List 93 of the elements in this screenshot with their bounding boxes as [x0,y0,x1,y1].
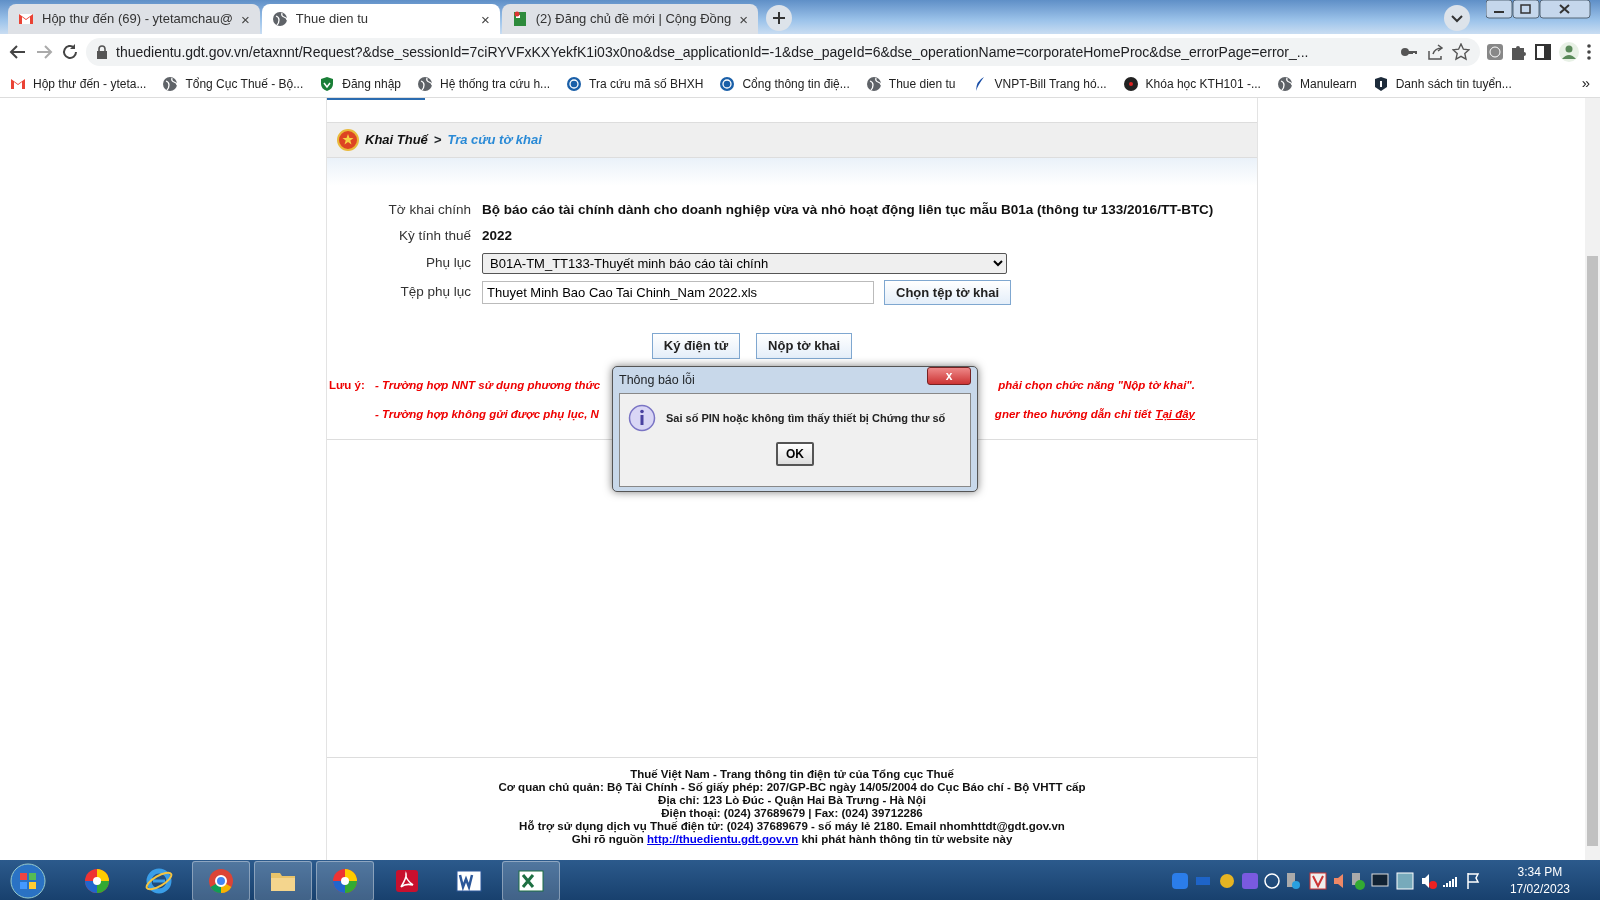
globe-icon [271,11,288,27]
taskbar-app[interactable] [254,861,312,900]
field-label: Tờ khai chính [387,201,472,219]
clock-date: 17/02/2023 [1509,881,1570,898]
pinwheel-icon [83,867,111,895]
lock-icon [96,45,108,59]
field-label: Tệp phụ lục [399,283,472,302]
document-w-icon [455,867,483,895]
globe-icon [162,75,179,92]
spreadsheet-icon [511,11,528,27]
footer-text: Địa chỉ: 123 Lò Đúc - Quận Hai Bà Trưng - Hà Nội [658,794,926,807]
avatar-icon[interactable] [1558,41,1580,63]
address-bar[interactable]: thuedientu.gdt.gov.vn/etaxnnt/Request?&dse_sessionId=7ciRYVFxKXYekfK1i03x0no&dse_applicationId=-1&dse_pageId=6&dse_operationName=corporateHomeProc&dse_errorPage=error_... [86,38,1480,66]
note-text: phải chọn chức năng "Nộp tờ khai". [998,377,1195,393]
footer-text: Cơ quan chủ quản: Bộ Tài Chính - Số giấy phép: 207/GP-BC ngày 14/05/2004 do Cục Báo chí - Bộ VHTT cấp [498,781,1086,794]
bookmark[interactable]: Đăng nhập [319,74,401,93]
note-text: - Trường hợp không gửi được phụ lục, N [375,406,599,423]
dialog-message: Sai số PIN hoặc không tìm thấy thiết bị Chứng thư số [666,410,946,427]
disc-icon [1122,75,1139,92]
field-label: Phụ lục [424,253,472,272]
taskbar-app[interactable] [502,861,560,900]
bookmark[interactable]: Tổng Cục Thuế - Bộ... [162,74,304,93]
key-icon[interactable] [1400,46,1418,58]
badge-icon [1372,75,1389,92]
star-icon[interactable] [1452,43,1470,61]
clock[interactable]: 3:34 PM 17/02/2023 [1509,864,1570,898]
puzzle-icon[interactable] [1510,43,1528,61]
pdf-icon [393,867,421,895]
ok-button[interactable]: OK [776,442,814,466]
clock-time: 3:34 PM [1517,864,1563,881]
extension-badge-icon[interactable] [1486,43,1504,61]
footer-text: Thuế Việt Nam - Trang thông tin điện tử của Tổng cục Thuế [630,768,954,781]
globe-icon [417,75,433,92]
start-button[interactable] [8,861,48,900]
note-text: gner theo hướng dẫn chi tiết [994,406,1152,422]
dropdown-field[interactable]: B01A-TM_TT133-Thuyết minh báo cáo tài chính [482,252,1007,274]
tab-title: Thue dien tu [295,10,370,29]
scrollbar[interactable] [1585,98,1600,860]
source-link[interactable]: http://thuedientu.gdt.gov.vn [647,833,799,845]
browser-tab[interactable]: Hộp thư đến (69) - ytetamchau@ × [8,4,260,34]
address-text: thuedientu.gdt.gov.vn/etaxnnt/Request?&dse_sessionId=7ciRYVFxKXYekfK1i03x0no&dse_applicationId=-1&dse_pageId=6&dse_operationName=corporateHomeProc&dse_errorPage=error_... [116,42,1309,62]
close-button[interactable]: x [927,367,971,385]
footer-text: Hỗ trợ sử dụng dịch vụ Thuế điện tử: (024) 37689679 - số máy lẻ 2180. Email nhomhttdt@gdt.gov.vn [519,820,1065,833]
browser-tab[interactable]: (2) Đăng chủ đề mới | Cộng Đồng × [501,4,758,34]
reload-icon[interactable] [60,42,80,62]
info-icon [628,404,656,432]
tab-title: Hộp thư đến (69) - ytetamchau@ [42,10,233,29]
action-button[interactable]: Nộp tờ khai [756,333,853,359]
bookmark[interactable]: Cổng thông tin điệ... [719,74,850,93]
bookmark[interactable]: Hệ thống tra cứu h... [417,74,551,93]
field-value: 2022 [482,227,513,246]
note-text: - Trường hợp NNT sử dụng phương thức [375,377,601,394]
file-path-field[interactable]: Thuyet Minh Bao Cao Tai Chinh_Nam 2022.xls [482,280,874,304]
bookmark[interactable]: Manulearn [1276,74,1357,93]
breadcrumb-current: Tra cứu tờ khai [447,131,542,150]
chrome-icon [207,867,235,895]
mail-icon [18,11,34,27]
action-button[interactable]: Ký điện tử [651,333,741,359]
breadcrumb-link[interactable]: Khai Thuế [365,130,428,150]
pinwheel-icon [331,867,359,895]
more-menu-icon[interactable] [1586,43,1592,61]
bookmark[interactable]: VNPT-Bill Trang hó... [971,74,1107,93]
plus-icon[interactable] [766,5,792,31]
emblem-icon [337,129,359,151]
note-label: Lưu ý: [328,377,366,393]
footer-text: Điện thoại: (024) 37689679 | Fax: (024) 39712286 [661,807,923,820]
breadcrumb-separator: > [433,131,442,150]
side-panel-icon[interactable] [1534,43,1552,61]
choose-file-button[interactable]: Chọn tệp tờ khai [884,279,1012,305]
bookmark[interactable]: Danh sách tin tuyển... [1372,74,1512,93]
field-label: Kỳ tính thuế [397,227,472,246]
seal-icon [719,75,736,92]
details-link[interactable]: Tại đây [1155,405,1195,423]
taskbar-app[interactable] [316,861,374,900]
spreadsheet-x-icon [517,867,545,895]
field-value: Bộ báo cáo tài chính dành cho doanh nghiệp vừa và nhỏ hoạt động liên tục mẫu B01a (thông tư 133/2016/TT-BTC) [482,201,1214,219]
browser-tab[interactable]: Thue dien tu × [261,4,500,34]
tab-title: (2) Đăng chủ đề mới | Cộng Đồng [535,10,732,29]
bookmark[interactable]: Hộp thư đến - yteta... [10,74,147,93]
taskbar-app[interactable] [192,861,250,900]
bookmark[interactable]: Khóa học KTH101 -... [1122,74,1261,93]
bookmark[interactable]: Tra cứu mã số BHXH [566,74,704,93]
globe-icon [1276,75,1293,92]
e-logo-icon [145,867,173,895]
chevrons-icon[interactable]: » [1581,72,1590,95]
globe-icon [865,75,882,92]
chevron-down-icon[interactable] [1444,5,1470,31]
dialog-title: Thông báo lỗi [619,371,695,389]
bookmark[interactable]: Thue dien tu [865,74,956,93]
footer-text: Ghi rõ nguồn http://thuedientu.gdt.gov.vn khi phát hành thông tin từ website này [571,833,1013,846]
shield-icon [319,75,336,92]
share-icon[interactable] [1426,43,1444,61]
seal-icon [566,75,583,92]
